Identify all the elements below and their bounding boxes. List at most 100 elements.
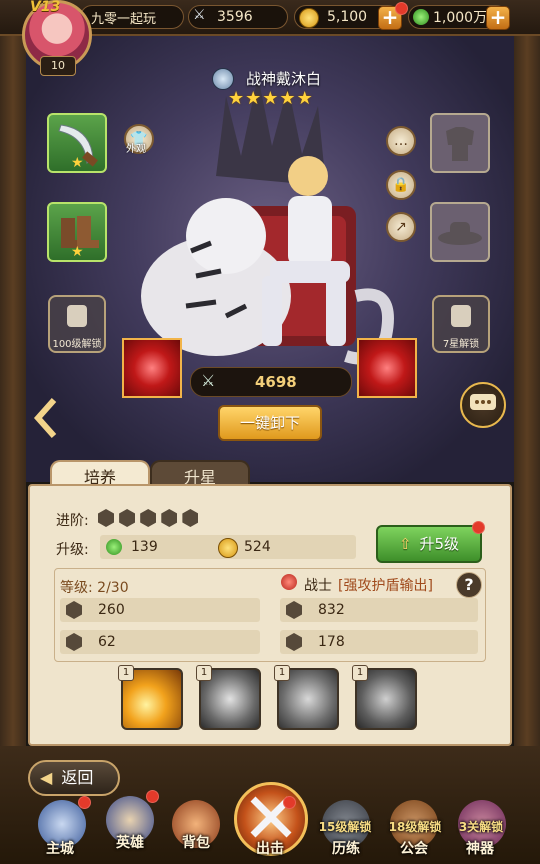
upgrade-potion-cost: 139 bbox=[131, 539, 158, 555]
left-frame bbox=[0, 36, 26, 746]
right-frame bbox=[514, 36, 540, 746]
add-potion-button[interactable]: + bbox=[486, 6, 510, 30]
skill-level-badge: 1 bbox=[196, 665, 212, 681]
star-icon: ★ bbox=[262, 88, 280, 109]
speed-value: 178 bbox=[318, 634, 345, 650]
star-icon: ★ bbox=[228, 88, 246, 109]
nav-training-lock: 15级解锁 bbox=[318, 820, 372, 834]
lock-toggle-button[interactable]: 🔒 bbox=[386, 170, 416, 200]
gold-coin-icon bbox=[299, 8, 319, 28]
defense-value: 62 bbox=[98, 634, 116, 650]
armor-icon bbox=[446, 127, 474, 161]
share-icon: ↗ bbox=[395, 219, 407, 235]
padlock-icon: 🔒 bbox=[392, 177, 410, 193]
skill-level-badge: 1 bbox=[274, 665, 290, 681]
speech-bubble-icon: … bbox=[394, 133, 408, 149]
nav-main-city[interactable]: 主城 bbox=[30, 838, 90, 858]
arrow-up-icon: ⇧ bbox=[398, 535, 412, 553]
slot-star-icon: ★ bbox=[71, 244, 84, 260]
nav-battle[interactable]: 出击 bbox=[240, 838, 300, 858]
nav-artifact-lock: 3关解锁 bbox=[458, 820, 504, 834]
gold-value: 5,100 bbox=[327, 9, 368, 25]
upgrade-5-label: 升5级 bbox=[419, 535, 460, 553]
back-button[interactable]: ◀ 返回 bbox=[28, 760, 120, 796]
nav-battle-dot bbox=[283, 796, 296, 809]
potion-cost-icon bbox=[106, 539, 122, 555]
vip-badge: V13 bbox=[30, 0, 61, 15]
lock-icon bbox=[67, 305, 87, 327]
player-level: 10 bbox=[40, 56, 76, 76]
hero-level-text: 等级: 2/30 bbox=[60, 580, 129, 596]
back-label: 返回 bbox=[61, 768, 94, 787]
stat-row-speed bbox=[280, 630, 478, 654]
hat-slot[interactable] bbox=[430, 202, 490, 262]
advance-pip-icon bbox=[161, 509, 178, 527]
star-icon: ★ bbox=[245, 88, 263, 109]
upgrade-gold-cost: 524 bbox=[244, 539, 271, 555]
player-name-plate: 九零一起玩 bbox=[80, 5, 184, 29]
gold-cost-icon bbox=[218, 538, 238, 558]
lock-icon bbox=[451, 305, 471, 327]
player-name: 九零一起玩 bbox=[91, 11, 157, 27]
nav-training[interactable]: 历练 bbox=[316, 838, 376, 858]
nav-heroes[interactable]: 英雄 bbox=[100, 832, 160, 852]
stat-row-attack bbox=[60, 598, 260, 622]
armor-slot[interactable] bbox=[430, 113, 490, 173]
appearance-label: 外观 bbox=[126, 144, 146, 155]
hp-value: 832 bbox=[318, 602, 345, 618]
hero-power-plate: ⚔ 4698 bbox=[190, 367, 352, 397]
chat-bubble-button[interactable]: … bbox=[386, 126, 416, 156]
nav-artifact[interactable]: 神器 bbox=[450, 838, 510, 858]
back-arrow-icon: ◀ bbox=[40, 768, 53, 787]
skill-level-badge: 1 bbox=[352, 665, 368, 681]
sword-icon: ⚔ bbox=[193, 7, 206, 23]
warrior-class-icon bbox=[281, 574, 297, 590]
stat-row-hp bbox=[280, 598, 478, 622]
upgrade-notification-dot bbox=[472, 521, 485, 534]
hero-class-desc: [强攻护盾输出] bbox=[338, 578, 433, 594]
locked-slot-left[interactable]: 100级解锁 bbox=[48, 295, 106, 353]
locked-slot-right[interactable]: 7星解锁 bbox=[432, 295, 490, 353]
gem-slot-left[interactable] bbox=[122, 338, 182, 398]
nav-guild-lock: 18级解锁 bbox=[388, 820, 442, 834]
prev-hero-arrow[interactable] bbox=[32, 396, 60, 440]
gem-slot-right[interactable] bbox=[357, 338, 417, 398]
upgrade-label: 升级: bbox=[56, 542, 89, 558]
advance-pip-icon bbox=[140, 509, 157, 527]
nav-main-city-dot bbox=[78, 796, 91, 809]
weapon-slot[interactable]: ★ bbox=[47, 113, 107, 173]
boots-slot[interactable]: ★ bbox=[47, 202, 107, 262]
nav-bag[interactable]: 背包 bbox=[166, 832, 226, 852]
hero-class-name: 战士 bbox=[304, 578, 332, 594]
upgrade-5-button[interactable]: ⇧ 升5级 bbox=[376, 525, 482, 563]
slot-star-icon: ★ bbox=[71, 155, 84, 171]
skill-level-badge: 1 bbox=[118, 665, 134, 681]
hero-power-value: 4698 bbox=[255, 373, 297, 391]
star-icon: ★ bbox=[279, 88, 297, 109]
power-display: ⚔ 3596 bbox=[188, 5, 288, 29]
advance-pip-icon bbox=[98, 509, 114, 527]
chevron-left-icon bbox=[33, 398, 57, 438]
crossed-swords-icon: ⚔ bbox=[201, 371, 216, 390]
comments-icon bbox=[470, 394, 496, 410]
hero-class-icon bbox=[212, 68, 234, 90]
star-icon: ★ bbox=[296, 88, 314, 109]
advance-label: 进阶: bbox=[56, 513, 89, 529]
hat-icon bbox=[438, 222, 482, 245]
advance-pip-icon bbox=[119, 509, 136, 527]
class-help-button[interactable]: ? bbox=[456, 572, 482, 598]
question-mark-icon: ? bbox=[464, 575, 474, 594]
hero-comments-button[interactable] bbox=[460, 382, 506, 428]
advance-pips bbox=[98, 509, 199, 531]
nav-guild[interactable]: 公会 bbox=[384, 838, 444, 858]
attack-value: 260 bbox=[98, 602, 125, 618]
advance-pip-icon bbox=[182, 509, 199, 527]
unequip-all-button[interactable]: 一键卸下 bbox=[218, 405, 322, 441]
hero-stars: ★★★★★ bbox=[228, 88, 314, 109]
lock-7star-label: 7星解锁 bbox=[442, 339, 480, 350]
potion-value: 1,000万 bbox=[433, 10, 488, 26]
lock-100-label: 100级解锁 bbox=[52, 339, 102, 350]
share-button[interactable]: ↗ bbox=[386, 212, 416, 242]
nav-heroes-dot bbox=[146, 790, 159, 803]
hero-name: 战神戴沐白 bbox=[246, 70, 322, 88]
